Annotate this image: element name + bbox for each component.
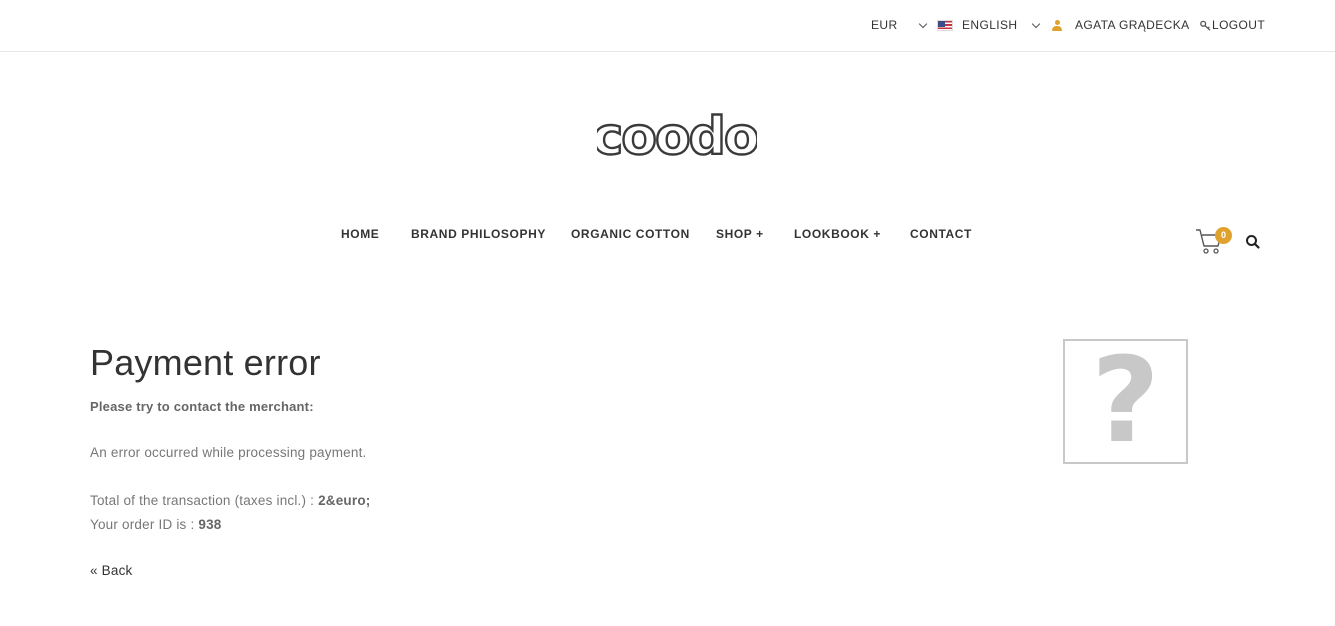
contact-merchant-text: Please try to contact the merchant:	[90, 399, 314, 414]
order-label: Your order ID is :	[90, 517, 199, 532]
language-label: ENGLISH	[962, 18, 1018, 32]
currency-selector[interactable]: EUR	[871, 18, 927, 32]
back-link[interactable]: « Back	[90, 563, 132, 578]
brand-logo[interactable]: coodo	[591, 106, 761, 168]
order-value: 938	[198, 517, 222, 532]
currency-label: EUR	[871, 18, 898, 32]
nav-item-home[interactable]: HOME	[341, 227, 379, 241]
user-icon	[1052, 19, 1062, 31]
main-nav: HOME BRAND PHILOSOPHY ORGANIC COTTON SHO…	[0, 227, 1335, 243]
nav-item-shop[interactable]: SHOP +	[716, 227, 764, 241]
us-flag-icon	[937, 19, 953, 31]
error-message: An error occurred while processing payme…	[90, 445, 367, 460]
logo-text: coodo	[597, 108, 757, 164]
top-bar: EUR ENGLISH AGATA GRĄDECKA LOGOUT	[0, 0, 1335, 52]
transaction-total: Total of the transaction (taxes incl.) :…	[90, 493, 370, 508]
logo-graphic: coodo	[591, 106, 761, 168]
missing-image-icon: ?	[1091, 331, 1160, 469]
nav-item-organic-cotton[interactable]: ORGANIC COTTON	[571, 227, 690, 241]
nav-item-brand-philosophy[interactable]: BRAND PHILOSOPHY	[411, 227, 546, 241]
missing-image-placeholder: ?	[1063, 335, 1188, 465]
total-label: Total of the transaction (taxes incl.) :	[90, 493, 319, 508]
nav-item-contact[interactable]: CONTACT	[910, 227, 972, 241]
language-selector[interactable]: ENGLISH	[937, 18, 1041, 32]
key-icon	[1200, 20, 1211, 31]
search-button[interactable]	[1245, 234, 1261, 250]
order-id: Your order ID is : 938	[90, 517, 221, 532]
total-value: 2&euro;	[318, 493, 371, 508]
nav-item-lookbook[interactable]: LOOKBOOK +	[794, 227, 881, 241]
chevron-down-icon	[1032, 19, 1041, 28]
logout-link[interactable]: LOGOUT	[1200, 18, 1265, 32]
page-title: Payment error	[90, 342, 321, 383]
user-name: AGATA GRĄDECKA	[1075, 18, 1190, 32]
cart-count-badge: 0	[1215, 227, 1232, 244]
chevron-down-icon	[918, 19, 927, 28]
logout-label: LOGOUT	[1212, 18, 1266, 32]
search-icon	[1246, 235, 1260, 249]
account-link[interactable]: AGATA GRĄDECKA	[1052, 18, 1190, 32]
